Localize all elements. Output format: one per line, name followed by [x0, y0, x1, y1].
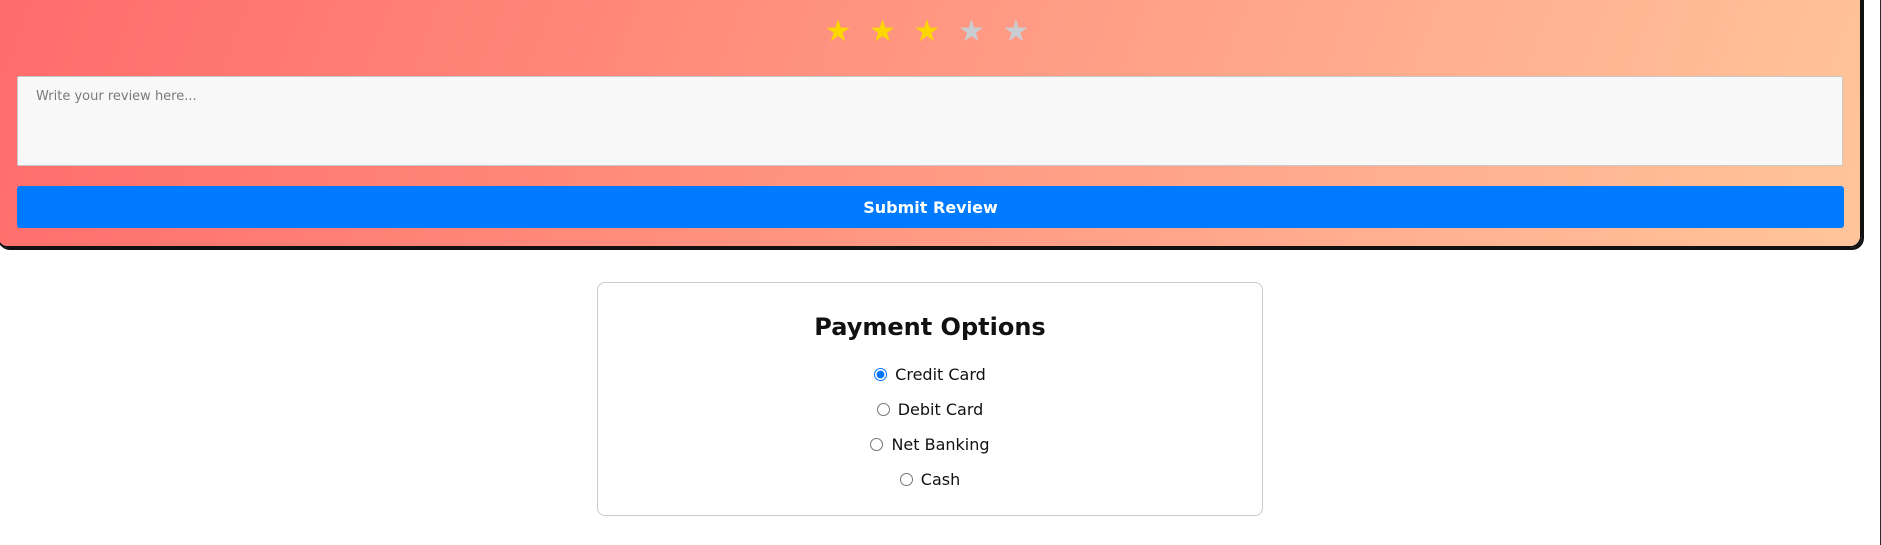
star-icon[interactable]: ★	[958, 14, 989, 50]
payment-option-credit-card[interactable]: Credit Card	[598, 357, 1262, 392]
payment-option-label: Credit Card	[895, 365, 986, 384]
credit-card-radio[interactable]	[874, 368, 888, 381]
payment-option-net-banking[interactable]: Net Banking	[598, 427, 1262, 462]
payment-options-title: Payment Options	[814, 313, 1046, 341]
star-icon[interactable]: ★	[914, 14, 945, 50]
payment-option-cash[interactable]: Cash	[598, 462, 1262, 497]
net-banking-radio[interactable]	[870, 438, 884, 451]
payment-options-card: Payment Options Credit Card Debit Card N…	[597, 282, 1263, 516]
cash-radio[interactable]	[899, 473, 913, 486]
star-icon[interactable]: ★	[825, 14, 856, 50]
submit-review-button[interactable]: Submit Review	[17, 186, 1844, 228]
payment-option-debit-card[interactable]: Debit Card	[598, 392, 1262, 427]
payment-option-label: Net Banking	[891, 435, 990, 454]
review-textarea[interactable]	[17, 76, 1843, 166]
payment-option-label: Cash	[920, 470, 961, 489]
payment-options-list: Credit Card Debit Card Net Banking Cash	[598, 357, 1262, 497]
star-icon[interactable]: ★	[1002, 14, 1033, 50]
star-rating[interactable]: ★ ★ ★ ★ ★	[0, 14, 1860, 50]
star-icon[interactable]: ★	[869, 14, 900, 50]
review-card: ★ ★ ★ ★ ★ Submit Review	[0, 0, 1862, 248]
payment-option-label: Debit Card	[897, 400, 984, 419]
debit-card-radio[interactable]	[876, 403, 890, 416]
page: ★ ★ ★ ★ ★ Submit Review Payment Options …	[0, 0, 1881, 545]
